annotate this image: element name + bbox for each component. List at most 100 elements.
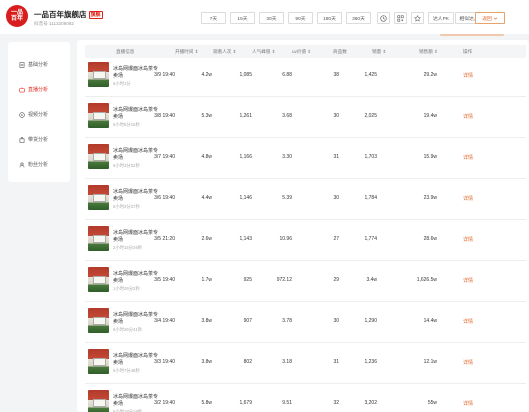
table-row: 冰岛网爆面冰岛茶专卖场 6小时26分41秒 3/4 19:40 3.8w 907 3.78…: [85, 305, 526, 343]
live-thumbnail[interactable]: [88, 144, 109, 169]
cell-views: 3.8w: [201, 318, 212, 324]
user-icon: [19, 161, 25, 167]
day-range-tabs: 7天 15天 30天 90天 180天 360天: [201, 12, 375, 24]
table-row: 冰岛网爆面冰岛茶专卖场 1小时26分2秒 3/5 19:40 1.7w 925 972.1…: [85, 264, 526, 302]
sidebar-item-live[interactable]: 直播分析: [8, 77, 70, 102]
live-thumbnail[interactable]: [88, 308, 109, 333]
live-thumbnail[interactable]: [88, 62, 109, 87]
tab-360-days[interactable]: 360天: [346, 12, 371, 24]
detail-link[interactable]: 详情: [463, 236, 473, 243]
cell-views: 2.6w: [201, 236, 212, 242]
col-action: 操作: [463, 48, 473, 54]
sidebar-item-fans[interactable]: 粉丝分析: [8, 152, 70, 177]
cell-peak: 907: [243, 318, 252, 324]
detail-link[interactable]: 详情: [463, 154, 473, 161]
live-title[interactable]: 冰岛网爆面冰岛茶专卖场: [113, 312, 158, 326]
tab-15-days[interactable]: 15天: [230, 12, 255, 24]
col-uv-value[interactable]: uv价值 ⇕: [292, 49, 311, 55]
live-title[interactable]: 冰岛网爆面冰岛茶专卖场: [113, 271, 158, 285]
detail-link[interactable]: 详情: [463, 195, 473, 202]
table-row: 冰岛网爆面冰岛茶专卖场 6小时3分52秒 3/7 19:40 4.8w 1,166 3.3…: [85, 141, 526, 179]
cell-uv-value: 3.18: [282, 359, 292, 365]
live-duration: 6小时5分15秒: [113, 122, 140, 127]
cell-sales: 1,425: [364, 72, 377, 78]
cell-goods-count: 38: [333, 72, 339, 78]
qrcode-icon: [397, 14, 404, 22]
live-duration: 1小时26分2秒: [113, 286, 140, 291]
back-label: 返回: [482, 16, 492, 22]
detail-link[interactable]: 详情: [463, 72, 473, 79]
sidebar-item-label: 基础分析: [28, 62, 49, 68]
live-thumbnail[interactable]: [88, 185, 109, 210]
live-thumbnail[interactable]: [88, 390, 109, 412]
sidebar-item-label: 带货分析: [28, 137, 49, 143]
compare-button[interactable]: 达人PK: [428, 12, 454, 24]
live-title[interactable]: 冰岛网爆面冰岛茶专卖场: [113, 189, 158, 203]
live-title[interactable]: 冰岛网爆面冰岛茶专卖场: [113, 66, 158, 80]
cell-views: 4.4w: [201, 195, 212, 201]
cell-peak: 1,166: [239, 154, 252, 160]
live-thumbnail[interactable]: [88, 226, 109, 251]
cell-start-time: 3/3 19:40: [154, 359, 175, 365]
cell-uv-value: 3.78: [282, 318, 292, 324]
live-duration: 6小时7分48秒: [113, 368, 140, 373]
table-header: 直播信息 开播时间 ⇕ 观看人次 ⇕ 人气峰值 ⇕ uv价值 ⇕ 商品数 销量 …: [85, 45, 526, 58]
col-revenue[interactable]: 销售额 ⇕: [419, 49, 438, 55]
cell-views: 5.8w: [201, 400, 212, 406]
col-start-time[interactable]: 开播时间 ⇕: [175, 49, 199, 55]
col-peak[interactable]: 人气峰值 ⇕: [252, 49, 276, 55]
shop-name-text: 一品百年旗舰店: [34, 10, 87, 19]
live-duration: 6小时2分37秒: [113, 204, 140, 209]
cell-revenue: 15.9w: [423, 154, 437, 160]
tab-90-days[interactable]: 90天: [288, 12, 313, 24]
detail-link[interactable]: 详情: [463, 318, 473, 325]
live-title[interactable]: 冰岛网爆面冰岛茶专卖场: [113, 107, 158, 121]
detail-link[interactable]: 详情: [463, 277, 473, 284]
cell-start-time: 3/5 19:40: [154, 277, 175, 283]
cell-uv-value: 3.68: [282, 113, 292, 119]
col-sales[interactable]: 销量 ⇕: [372, 49, 386, 55]
sidebar-item-label: 直播分析: [28, 87, 49, 93]
cell-start-time: 3/2 19:40: [154, 400, 175, 406]
live-title[interactable]: 冰岛网爆面冰岛茶专卖场: [113, 394, 158, 408]
cell-peak: 1,146: [239, 195, 252, 201]
live-duration: 2小时15分26秒: [113, 245, 143, 250]
cell-goods-count: 31: [333, 154, 339, 160]
detail-link[interactable]: 详情: [463, 359, 473, 366]
col-views[interactable]: 观看人次 ⇕: [213, 49, 237, 55]
live-thumbnail[interactable]: [88, 103, 109, 128]
cell-sales: 2,025: [364, 113, 377, 119]
tab-7-days[interactable]: 7天: [201, 12, 226, 24]
favorite-icon-button[interactable]: [411, 12, 424, 24]
live-title[interactable]: 冰岛网爆面冰岛茶专卖场: [113, 353, 158, 367]
cart-icon: [19, 136, 25, 143]
sidebar-item-basic[interactable]: 基础分析: [8, 52, 70, 77]
live-title[interactable]: 冰岛网爆面冰岛茶专卖场: [113, 148, 158, 162]
live-duration: 6小时1分: [113, 81, 131, 86]
cell-views: 5.3w: [201, 113, 212, 119]
live-thumbnail[interactable]: [88, 349, 109, 374]
live-thumbnail[interactable]: [88, 267, 109, 292]
cell-uv-value: 5.39: [282, 195, 292, 201]
detail-link[interactable]: 详情: [463, 400, 473, 407]
sidebar-item-video[interactable]: 视频分析: [8, 102, 70, 127]
cell-start-time: 3/9 19:40: [154, 72, 175, 78]
live-icon: [19, 86, 25, 92]
col-goods-count: 商品数: [333, 48, 347, 54]
detail-link[interactable]: 详情: [463, 113, 473, 120]
qrcode-icon-button[interactable]: [394, 12, 407, 24]
cell-sales: 1,290: [364, 318, 377, 324]
tab-180-days[interactable]: 180天: [317, 12, 342, 24]
decorative-bar: [440, 34, 504, 36]
shop-id: 抖音号 1113206082: [34, 21, 74, 26]
back-button[interactable]: 返回: [475, 12, 505, 24]
sidebar-item-goods[interactable]: 带货分析: [8, 127, 70, 152]
cell-goods-count: 30: [333, 318, 339, 324]
cell-sales: 3,202: [364, 400, 377, 406]
cell-revenue: 12.1w: [423, 359, 437, 365]
history-icon-button[interactable]: [377, 12, 390, 24]
tab-30-days[interactable]: 30天: [259, 12, 284, 24]
cell-goods-count: 30: [333, 113, 339, 119]
cell-uv-value: 6.88: [282, 72, 292, 78]
live-title[interactable]: 冰岛网爆面冰岛茶专卖场: [113, 230, 158, 244]
